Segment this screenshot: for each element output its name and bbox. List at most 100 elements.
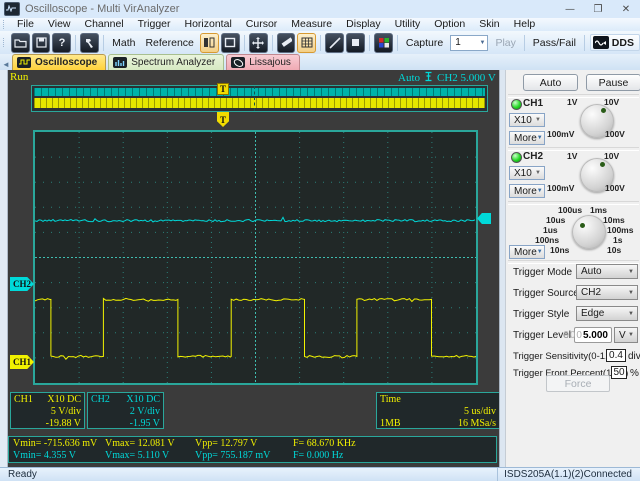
open-file-button[interactable] bbox=[10, 32, 30, 53]
ch1-panel-label: CH1 bbox=[523, 98, 544, 109]
split-view-icon bbox=[203, 37, 215, 48]
ch2-vpp: Vpp= 755.187 mV bbox=[195, 450, 271, 461]
help-button[interactable]: ? bbox=[52, 32, 72, 53]
ch2-more-label: More bbox=[514, 185, 537, 197]
lissajous-tab-icon bbox=[231, 57, 246, 68]
chevron-down-icon: ▼ bbox=[535, 170, 541, 176]
utility-tool-button[interactable] bbox=[80, 32, 100, 53]
hammer-icon bbox=[84, 37, 95, 48]
tab-lissajous[interactable]: Lissajous bbox=[226, 54, 300, 70]
ch2-probe-combobox[interactable]: X10 ▼ bbox=[509, 166, 545, 180]
trigger-sensitivity-input[interactable]: 0.4 bbox=[606, 349, 626, 362]
save-button[interactable] bbox=[31, 32, 51, 53]
capture-count-combobox[interactable]: 1 ▼ bbox=[450, 34, 489, 51]
ch2-ground-marker[interactable]: CH2 bbox=[10, 277, 34, 291]
trigger-position-tag-overview[interactable]: T bbox=[217, 83, 229, 95]
ch1-knob-label-100mv: 100mV bbox=[547, 129, 575, 139]
trigger-front-percent-input[interactable]: 50 bbox=[611, 366, 627, 379]
trigger-mode-combobox[interactable]: Auto ▼ bbox=[576, 264, 638, 279]
tab-spectrum-analyzer[interactable]: Spectrum Analyzer bbox=[108, 54, 225, 70]
grid-capture-icon bbox=[301, 37, 313, 48]
math-button[interactable]: Math bbox=[107, 37, 140, 49]
pause-button[interactable]: Pause bbox=[586, 74, 640, 91]
ch2-probe-value: X10 bbox=[514, 167, 532, 179]
ch1-more-combobox[interactable]: More ▼ bbox=[509, 131, 545, 145]
trigger-mode-value: Auto bbox=[581, 266, 602, 277]
document-tab-bar: ◄ Oscilloscope Spectrum Analyzer Lissajo… bbox=[0, 54, 640, 70]
ch1-led[interactable] bbox=[511, 99, 522, 110]
measure-ruler-button[interactable] bbox=[276, 32, 296, 53]
menu-view[interactable]: View bbox=[41, 18, 78, 31]
menu-option[interactable]: Option bbox=[427, 18, 472, 31]
menu-measure[interactable]: Measure bbox=[284, 18, 339, 31]
ch1-freq: F= 68.670 KHz bbox=[293, 438, 356, 449]
ch1-probe: X10 DC bbox=[47, 394, 81, 405]
menu-channel[interactable]: Channel bbox=[78, 18, 131, 31]
menu-skin[interactable]: Skin bbox=[472, 18, 506, 31]
trigger-position-tag-main[interactable]: T bbox=[217, 112, 229, 127]
move-cross-icon bbox=[252, 36, 265, 49]
main-area: Run Auto CH2 5.000 V T T CH2 CH1 CH1 X10… bbox=[0, 70, 640, 467]
draw-line-button[interactable] bbox=[325, 32, 345, 53]
autoset-button[interactable]: Auto bbox=[523, 74, 578, 91]
trigger-level-value: 5.000 bbox=[582, 329, 608, 341]
waveform-graticule[interactable] bbox=[33, 130, 478, 385]
trigger-source-combobox[interactable]: CH2 ▼ bbox=[576, 285, 638, 300]
menu-horizontal[interactable]: Horizontal bbox=[178, 18, 239, 31]
timebase-info-box: Time 5 us/div 1MB 16 MSa/s bbox=[376, 392, 499, 429]
ch1-ground-marker[interactable]: CH1 bbox=[10, 355, 34, 369]
dds-button[interactable]: DDS bbox=[589, 34, 640, 51]
menu-utility[interactable]: Utility bbox=[388, 18, 428, 31]
record-overview-strip[interactable] bbox=[31, 85, 488, 112]
measurement-box: Vmin= -715.636 mV Vmax= 12.081 V Vpp= 12… bbox=[8, 436, 497, 463]
trigger-level-input[interactable]: 000 5.000 bbox=[563, 327, 612, 343]
toolbar-separator bbox=[583, 34, 585, 51]
menu-file[interactable]: File bbox=[10, 18, 41, 31]
timebase-knob[interactable] bbox=[572, 215, 606, 249]
left-splitter-strip[interactable] bbox=[0, 70, 8, 467]
toolbar-separator bbox=[523, 34, 525, 51]
menu-trigger[interactable]: Trigger bbox=[131, 18, 178, 31]
time-knob-label-10s: 10s bbox=[607, 245, 622, 255]
time-knob-label-100ns: 100ns bbox=[535, 235, 560, 245]
play-button[interactable]: Play bbox=[490, 37, 520, 49]
draw-rect-button[interactable] bbox=[346, 32, 366, 53]
menu-cursor[interactable]: Cursor bbox=[239, 18, 285, 31]
application-window: Oscilloscope - Multi VirAnalyzer — ❐ ✕ F… bbox=[0, 0, 640, 481]
menu-display[interactable]: Display bbox=[339, 18, 387, 31]
ch1-vpp: Vpp= 12.797 V bbox=[195, 438, 258, 449]
ch1-vmax: Vmax= 12.081 V bbox=[105, 438, 175, 449]
screen-capture-button[interactable] bbox=[297, 32, 317, 53]
single-view-icon bbox=[224, 37, 236, 48]
ch1-probe-combobox[interactable]: X10 ▼ bbox=[509, 113, 545, 127]
time-knob-label-10ms: 10ms bbox=[603, 215, 625, 225]
tab-oscilloscope[interactable]: Oscilloscope bbox=[12, 54, 107, 70]
tab-scroll-left-icon[interactable]: ◄ bbox=[0, 58, 12, 70]
split-view-button[interactable] bbox=[199, 32, 219, 53]
title-bar: Oscilloscope - Multi VirAnalyzer — ❐ ✕ bbox=[0, 0, 640, 19]
menu-gripper bbox=[3, 20, 7, 29]
ch1-knob-label-1v: 1V bbox=[567, 97, 578, 107]
trigger-style-combobox[interactable]: Edge ▼ bbox=[576, 306, 638, 321]
ch2-more-combobox[interactable]: More ▼ bbox=[509, 184, 545, 198]
trigger-level-unit-combobox[interactable]: V ▼ bbox=[614, 327, 638, 343]
force-trigger-button[interactable]: Force bbox=[546, 375, 610, 392]
overview-ch2-band bbox=[34, 88, 485, 96]
single-view-button[interactable] bbox=[220, 32, 240, 53]
ch2-freq: F= 0.000 Hz bbox=[293, 450, 344, 461]
trigger-sensitivity-value: 0.4 bbox=[609, 350, 623, 361]
ch1-probe-value: X10 bbox=[514, 114, 532, 126]
close-button[interactable]: ✕ bbox=[612, 0, 640, 18]
move-cursor-button[interactable] bbox=[248, 32, 268, 53]
time-more-combobox[interactable]: More ▼ bbox=[509, 245, 545, 259]
ch2-led[interactable] bbox=[511, 152, 522, 163]
capture-count-value: 1 bbox=[455, 37, 461, 48]
trigger-level-arrow[interactable] bbox=[477, 213, 491, 224]
color-scheme-button[interactable] bbox=[374, 32, 394, 53]
reference-button[interactable]: Reference bbox=[140, 37, 198, 49]
minimize-button[interactable]: — bbox=[556, 0, 584, 18]
menu-help[interactable]: Help bbox=[507, 18, 543, 31]
maximize-button[interactable]: ❐ bbox=[584, 0, 612, 18]
pass-fail-button[interactable]: Pass/Fail bbox=[528, 37, 581, 49]
ch2-knob-label-100mv: 100mV bbox=[547, 183, 575, 193]
